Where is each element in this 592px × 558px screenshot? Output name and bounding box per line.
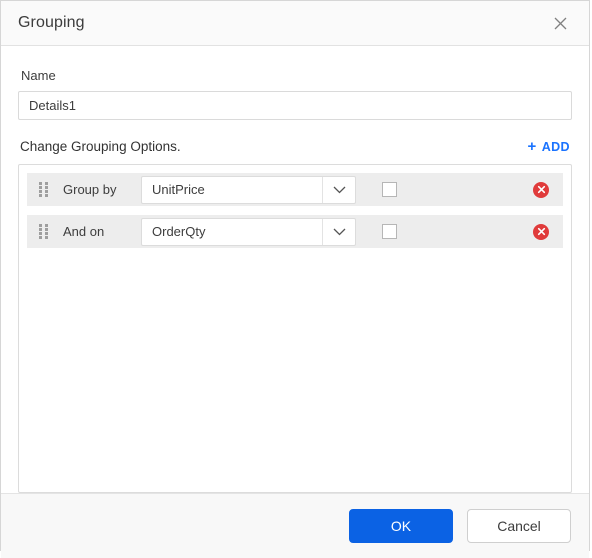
section-title: Change Grouping Options. bbox=[20, 139, 181, 154]
group-by-field-value: UnitPrice bbox=[152, 182, 205, 197]
ok-button[interactable]: OK bbox=[349, 509, 453, 543]
drag-handle-icon[interactable] bbox=[39, 224, 49, 239]
add-label: ADD bbox=[541, 139, 570, 154]
grouping-rows-list: Group by UnitPrice And on OrderQty bbox=[18, 164, 572, 493]
chevron-down-icon bbox=[322, 218, 355, 245]
name-input[interactable] bbox=[18, 91, 572, 120]
name-label: Name bbox=[21, 68, 56, 83]
dialog-body: Name Change Grouping Options. + ADD Grou… bbox=[1, 46, 589, 493]
add-grouping-button[interactable]: + ADD bbox=[528, 139, 572, 154]
and-on-field-value: OrderQty bbox=[152, 224, 206, 239]
grouping-dialog: Grouping Name Change Grouping Options. +… bbox=[0, 0, 590, 558]
grouping-row-label: Group by bbox=[63, 182, 117, 197]
grouping-row-checkbox[interactable] bbox=[382, 224, 397, 239]
chevron-down-icon bbox=[322, 176, 355, 203]
plus-icon: + bbox=[527, 138, 537, 155]
cancel-button[interactable]: Cancel bbox=[467, 509, 571, 543]
grouping-row: And on OrderQty bbox=[27, 215, 563, 248]
and-on-field-select[interactable]: OrderQty bbox=[141, 217, 356, 246]
delete-circle-icon[interactable] bbox=[533, 181, 549, 198]
drag-handle-icon[interactable] bbox=[39, 182, 49, 197]
grouping-row: Group by UnitPrice bbox=[27, 173, 563, 206]
grouping-options-header: Change Grouping Options. + ADD bbox=[18, 139, 572, 154]
dialog-title: Grouping bbox=[18, 14, 85, 31]
delete-circle-icon[interactable] bbox=[533, 223, 549, 240]
dialog-titlebar: Grouping bbox=[1, 1, 589, 46]
dialog-footer: OK Cancel bbox=[1, 493, 589, 558]
group-by-field-select[interactable]: UnitPrice bbox=[141, 175, 356, 204]
grouping-row-checkbox[interactable] bbox=[382, 182, 397, 197]
close-icon[interactable] bbox=[547, 10, 573, 36]
grouping-row-label: And on bbox=[63, 224, 105, 239]
